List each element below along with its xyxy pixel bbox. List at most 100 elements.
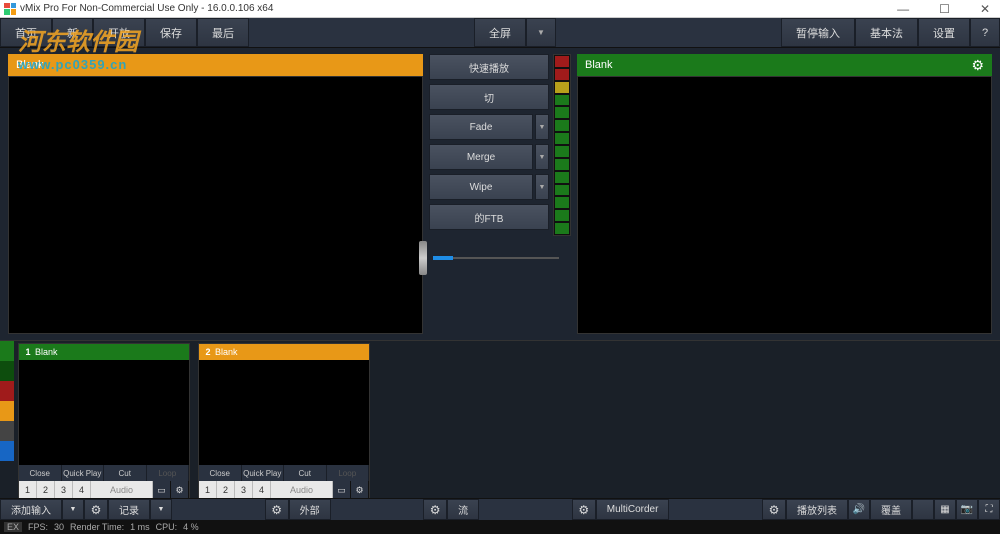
input-cut[interactable]: Cut — [284, 465, 327, 481]
maximize-button[interactable]: ☐ — [933, 2, 956, 16]
status-ex: EX — [4, 522, 22, 532]
quickplay-button[interactable]: 快速播放 — [429, 54, 549, 80]
stream-button[interactable]: 流 — [447, 499, 479, 520]
overlay-2[interactable]: 2 — [217, 481, 235, 499]
category-tabs — [0, 341, 14, 502]
category-tab-green[interactable] — [0, 341, 14, 361]
preview-video[interactable] — [8, 76, 423, 334]
transition-column: 快速播放 切 Fade▼ Merge▼ Wipe▼ 的FTB — [429, 54, 571, 334]
tbar-handle[interactable] — [419, 241, 427, 275]
output-settings-icon[interactable]: ⚙ — [971, 57, 984, 74]
overlay-2[interactable]: 2 — [37, 481, 55, 499]
window-title: vMix Pro For Non-Commercial Use Only - 1… — [20, 3, 273, 14]
open-button[interactable]: 开放 — [93, 18, 145, 47]
render-value: 1 ms — [130, 522, 150, 532]
input-tile-2[interactable]: 2Blank Close Quick Play Cut Loop 1 2 3 4… — [198, 343, 370, 500]
category-tab-red[interactable] — [0, 381, 14, 401]
output-header: Blank ⚙ — [577, 54, 992, 76]
fade-button[interactable]: Fade — [429, 114, 533, 140]
record-button[interactable]: 记录 — [108, 499, 150, 520]
input-audio[interactable]: Audio — [271, 481, 333, 499]
top-toolbar: 首页 新 开放 保存 最后 全屏 ▼ 暂停输入 基本法 设置 ? — [0, 18, 1000, 48]
close-button[interactable]: ✕ — [974, 2, 996, 16]
tbar[interactable] — [419, 238, 559, 278]
home-button[interactable]: 首页 — [0, 18, 52, 47]
external-button[interactable]: 外部 — [289, 499, 331, 520]
preview-panel: Blank — [8, 54, 423, 334]
input-close[interactable]: Close — [199, 465, 242, 481]
tbar-track[interactable] — [433, 257, 559, 259]
render-label: Render Time: — [70, 522, 124, 532]
output-video[interactable] — [577, 76, 992, 334]
snapshot-icon[interactable]: 📷 — [956, 499, 978, 520]
ftb-button[interactable]: 的FTB — [429, 204, 549, 230]
overlay-button[interactable]: 覆盖 — [870, 499, 912, 520]
input-close[interactable]: Close — [19, 465, 62, 481]
category-tab-blue[interactable] — [0, 441, 14, 461]
stream-settings-icon[interactable]: ⚙ — [423, 499, 447, 520]
fullscreen-dropdown[interactable]: ▼ — [526, 18, 556, 47]
input-label: Blank — [35, 347, 58, 357]
input-number: 1 — [21, 347, 35, 357]
overlay-4[interactable]: 4 — [253, 481, 271, 499]
record-dropdown[interactable]: ▼ — [150, 499, 172, 520]
bottom-toolbar: 添加输入 ▼ ⚙ 记录 ▼ ⚙ 外部 ⚙ 流 ⚙ MultiCorder ⚙ 播… — [0, 498, 1000, 520]
pause-input-button[interactable]: 暂停输入 — [781, 18, 855, 47]
wipe-dropdown[interactable]: ▼ — [535, 174, 549, 200]
multicorder-settings-icon[interactable]: ⚙ — [572, 499, 596, 520]
input-preview[interactable] — [199, 360, 369, 465]
input-quickplay[interactable]: Quick Play — [62, 465, 105, 481]
category-tab-darkgreen[interactable] — [0, 361, 14, 381]
category-tab-grey[interactable] — [0, 421, 14, 441]
fade-dropdown[interactable]: ▼ — [535, 114, 549, 140]
playlist-settings-icon[interactable]: ⚙ — [762, 499, 786, 520]
minimize-button[interactable]: — — [891, 2, 915, 16]
help-button[interactable]: ? — [970, 18, 1000, 47]
merge-dropdown[interactable]: ▼ — [535, 144, 549, 170]
input-monitor-icon[interactable]: ▭ — [333, 481, 351, 499]
last-button[interactable]: 最后 — [197, 18, 249, 47]
grid-view-icon[interactable]: ▦ — [934, 499, 956, 520]
wipe-button[interactable]: Wipe — [429, 174, 533, 200]
basic-button[interactable]: 基本法 — [855, 18, 918, 47]
cpu-label: CPU: — [156, 522, 178, 532]
input-loop[interactable]: Loop — [147, 465, 190, 481]
input-cut[interactable]: Cut — [104, 465, 147, 481]
output-panel: Blank ⚙ — [577, 54, 992, 334]
add-input-button[interactable]: 添加输入 — [0, 499, 62, 520]
external-settings-icon[interactable]: ⚙ — [265, 499, 289, 520]
fps-value: 30 — [54, 522, 64, 532]
input-settings-icon[interactable]: ⚙ — [171, 481, 189, 499]
overlay-1[interactable]: 1 — [19, 481, 37, 499]
input-monitor-icon[interactable]: ▭ — [153, 481, 171, 499]
fullscreen-toggle-icon[interactable]: ⛶ — [978, 499, 1000, 520]
input-settings-icon[interactable]: ⚙ — [351, 481, 369, 499]
settings-button[interactable]: 设置 — [918, 18, 970, 47]
window-titlebar: vMix Pro For Non-Commercial Use Only - 1… — [0, 0, 1000, 18]
preview-label: Blank — [16, 59, 44, 71]
audio-icon[interactable]: 🔊 — [848, 499, 870, 520]
overlay-1[interactable]: 1 — [199, 481, 217, 499]
overlay-3[interactable]: 3 — [55, 481, 73, 499]
add-input-dropdown[interactable]: ▼ — [62, 499, 84, 520]
fullscreen-button[interactable]: 全屏 — [474, 18, 526, 47]
input-preview[interactable] — [19, 360, 189, 465]
input-quickplay[interactable]: Quick Play — [242, 465, 285, 481]
new-button[interactable]: 新 — [52, 18, 93, 47]
input-loop[interactable]: Loop — [327, 465, 370, 481]
input-tile-1[interactable]: 1Blank Close Quick Play Cut Loop 1 2 3 4… — [18, 343, 190, 500]
record-settings-icon[interactable]: ⚙ — [84, 499, 108, 520]
preview-header: Blank — [8, 54, 423, 76]
merge-button[interactable]: Merge — [429, 144, 533, 170]
input-audio[interactable]: Audio — [91, 481, 153, 499]
category-tab-orange[interactable] — [0, 401, 14, 421]
output-label: Blank — [585, 59, 613, 71]
cut-button[interactable]: 切 — [429, 84, 549, 110]
inputs-area: 1Blank Close Quick Play Cut Loop 1 2 3 4… — [0, 340, 1000, 502]
playlist-button[interactable]: 播放列表 — [786, 499, 848, 520]
save-button[interactable]: 保存 — [145, 18, 197, 47]
multicorder-button[interactable]: MultiCorder — [596, 499, 670, 520]
master-audio-meter[interactable] — [912, 499, 934, 520]
overlay-4[interactable]: 4 — [73, 481, 91, 499]
overlay-3[interactable]: 3 — [235, 481, 253, 499]
